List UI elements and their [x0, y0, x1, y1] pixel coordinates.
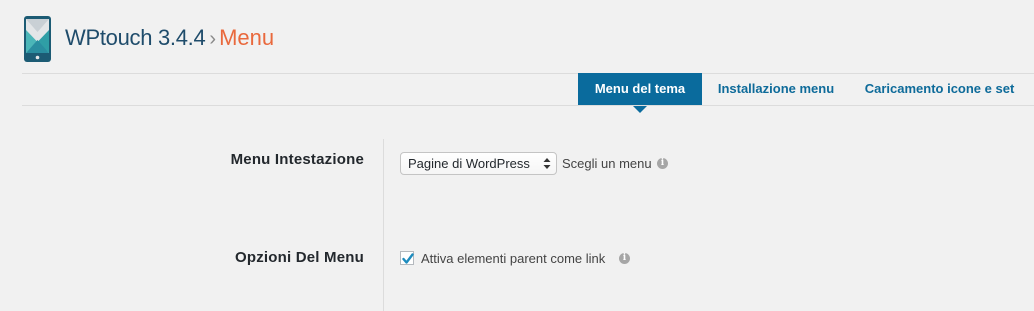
header-menu-label: Menu Intestazione [230, 151, 364, 168]
info-icon[interactable]: i [657, 158, 668, 169]
menu-options-label: Opzioni Del Menu [234, 249, 364, 266]
page-header: WPtouch 3.4.4 › Menu [0, 0, 1034, 74]
page-title: WPtouch 3.4.4 › Menu [65, 24, 274, 53]
wptouch-logo [24, 16, 51, 62]
tab-installazione-menu[interactable]: Installazione menu [705, 73, 847, 105]
breadcrumb-separator: › [209, 28, 217, 50]
parent-links-checkbox-label[interactable]: Attiva elementi parent come link [421, 251, 605, 267]
checkmark-icon [402, 253, 414, 264]
header-menu-hint: Scegli un menu [562, 156, 652, 171]
settings-column-divider [383, 139, 384, 311]
settings-page: WPtouch 3.4.4 › Menu Menu del tema Install… [0, 0, 1034, 311]
parent-links-checkbox[interactable] [400, 251, 414, 265]
header-menu-select[interactable]: Pagine di WordPress [400, 152, 557, 175]
tab-bar: Menu del tema Installazione menu Caricam… [0, 73, 1034, 113]
info-icon[interactable]: i [619, 253, 630, 264]
chevron-updown-icon [543, 158, 551, 169]
tabs-divider [22, 105, 1034, 106]
section-title: Menu [219, 25, 275, 50]
tab-caricamento-icone[interactable]: Caricamento icone e set [852, 73, 1027, 105]
header-menu-select-value: Pagine di WordPress [408, 156, 530, 171]
tab-menu-del-tema[interactable]: Menu del tema [578, 73, 702, 113]
product-title: WPtouch 3.4.4 [65, 25, 206, 50]
